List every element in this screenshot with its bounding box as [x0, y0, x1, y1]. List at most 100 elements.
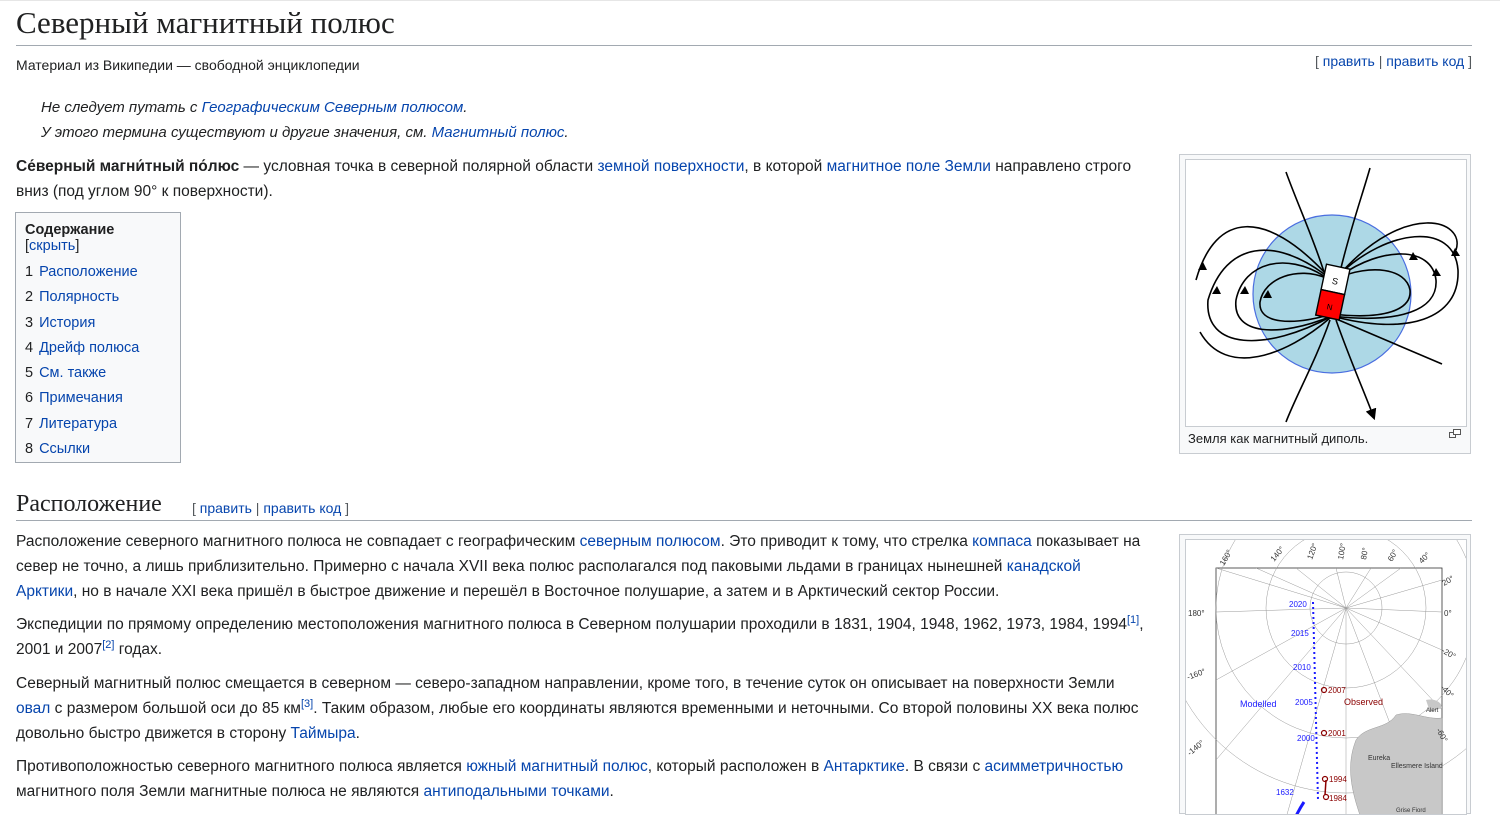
text: Экспедиции по прямому определению местоп… — [16, 616, 1127, 633]
year-label: 2010 — [1293, 663, 1311, 672]
reference-link[interactable]: [2] — [102, 639, 114, 651]
section-edit-link[interactable]: править — [200, 500, 252, 516]
text: , в которой — [744, 158, 827, 175]
toc-link[interactable]: Полярность — [39, 289, 119, 305]
field-arrow — [1240, 286, 1249, 294]
pole-drift-map-image[interactable]: 2020 2015 2010 2005 2000 1632 2007 2001 … — [1185, 539, 1467, 815]
toc-number: 2 — [25, 289, 34, 306]
edit-link[interactable]: править — [1323, 53, 1375, 69]
separator: | — [1374, 53, 1387, 69]
text: . В связи с — [904, 758, 985, 775]
link-compass[interactable]: компаса — [972, 533, 1032, 550]
reference-link[interactable]: [1] — [1127, 614, 1139, 626]
toc-number: 8 — [25, 441, 34, 458]
toc-title: Содержание — [25, 222, 115, 238]
hatnote-text: . — [564, 124, 569, 141]
dipole-image[interactable]: S N — [1185, 159, 1467, 427]
bracket-close: ] — [341, 500, 350, 516]
edit-code-link[interactable]: править код — [1386, 53, 1464, 69]
toc-link[interactable]: Ссылки — [39, 441, 90, 457]
magnify-icon[interactable] — [1449, 429, 1461, 438]
toc-item[interactable]: 3 История — [25, 313, 171, 338]
longitude-label: 160° — [1218, 548, 1234, 567]
longitude-label: 40° — [1417, 550, 1432, 565]
text: , который расположен в — [647, 758, 824, 775]
hatnote-link-geographic-pole[interactable]: Географическим Северным полюсом — [202, 99, 464, 116]
year-label: 2005 — [1295, 698, 1313, 707]
paragraph-drift: Северный магнитный полюс смещается в сев… — [16, 671, 1146, 746]
place-label-eureka: Eureka — [1368, 755, 1390, 762]
year-label: 2001 — [1328, 729, 1346, 738]
link-asymmetry[interactable]: асимметричностью — [985, 758, 1124, 775]
bracket-close: ] — [75, 238, 80, 254]
figure-caption: Земля как магнитный диполь. — [1188, 431, 1369, 446]
toc-item[interactable]: 8 Ссылки — [25, 439, 171, 464]
hatnote-disambiguation: Не следует путать с Географическим Север… — [41, 99, 467, 116]
bracket-close: ] — [1464, 53, 1472, 69]
table-of-contents: Содержание [скрыть] 1 Расположение 2 Поляр… — [15, 212, 181, 463]
text: . — [355, 725, 360, 742]
top-border — [0, 0, 1500, 1]
link-earth-magnetic-field[interactable]: магнитное поле Земли — [827, 158, 991, 175]
toc-link[interactable]: История — [39, 315, 95, 331]
longitude-label: -140° — [1186, 738, 1206, 757]
longitude-label: 20° — [1441, 574, 1456, 588]
toc-link[interactable]: Расположение — [39, 264, 138, 280]
link-oval[interactable]: овал — [16, 700, 50, 717]
modelled-track — [1312, 601, 1319, 801]
link-antarctica[interactable]: Антарктике — [824, 758, 905, 775]
link-earth-surface[interactable]: земной поверхности — [597, 158, 744, 175]
toc-link[interactable]: Дрейф полюса — [39, 340, 139, 356]
toc-item[interactable]: 1 Расположение — [25, 262, 171, 287]
reference-link[interactable]: [3] — [301, 698, 313, 710]
bracket-open: [ — [1314, 53, 1323, 69]
toc-number: 7 — [25, 415, 34, 432]
toc-number: 1 — [25, 264, 34, 280]
year-label: 2015 — [1291, 629, 1309, 638]
text: . — [609, 783, 614, 800]
separator: | — [251, 500, 264, 516]
link-taimyr[interactable]: Таймыра — [291, 725, 356, 742]
link-antipodal-points[interactable]: антиподальными точками — [423, 783, 609, 800]
link-south-magnetic-pole[interactable]: южный магнитный полюс — [466, 758, 648, 775]
page-edit-links: [ править | править код ] — [1315, 53, 1472, 69]
year-label: 2000 — [1297, 734, 1315, 743]
longitude-label: 120° — [1305, 542, 1319, 561]
toc-link[interactable]: Литература — [39, 416, 117, 432]
toc-link[interactable]: Примечания — [39, 390, 123, 406]
toc-item[interactable]: 7 Литература — [25, 414, 171, 439]
toc-link[interactable]: См. также — [39, 365, 106, 381]
link-north-pole[interactable]: северным полюсом — [580, 533, 721, 550]
longitude-label: 0° — [1444, 609, 1452, 618]
text: — условная точка в северной полярной обл… — [239, 158, 598, 175]
paragraph-location-1: Расположение северного магнитного полюса… — [16, 529, 1146, 604]
year-label: 1984 — [1329, 794, 1347, 803]
field-arrow — [1198, 262, 1207, 270]
toc-item[interactable]: 5 См. также — [25, 363, 171, 388]
toc-item[interactable]: 2 Полярность — [25, 287, 171, 312]
toc-item[interactable]: 4 Дрейф полюса — [25, 338, 171, 363]
section-edit-code-link[interactable]: править код — [263, 500, 341, 516]
text: с размером большой оси до 85 км — [50, 700, 301, 717]
hatnote-link-magnetic-pole[interactable]: Магнитный полюс — [432, 124, 565, 141]
dipole-diagram: S N — [1195, 167, 1460, 423]
place-label-grise: Grise Fiord — [1396, 808, 1426, 814]
hatnote-text: . — [463, 99, 468, 116]
page-title: Северный магнитный полюс — [16, 2, 1472, 46]
hatnote-text: Не следует путать с — [41, 99, 202, 116]
text: , но в начале XXI века пришёл в быстрое … — [73, 583, 1000, 600]
longitude-label: 180° — [1188, 609, 1205, 618]
toc-hide-toggle[interactable]: скрыть — [29, 238, 75, 254]
figure-pole-drift-map: 2020 2015 2010 2005 2000 1632 2007 2001 … — [1179, 534, 1471, 815]
toc-item[interactable]: 6 Примечания — [25, 388, 171, 413]
toc-number: 6 — [25, 390, 34, 407]
place-label-ellesmere: Ellesmere Island — [1391, 763, 1443, 770]
section-edit-links: [ править | править код ] — [192, 500, 349, 516]
longitude-label: 80° — [1359, 547, 1370, 560]
toc-number: 3 — [25, 314, 34, 331]
paragraph-south-pole: Противоположностью северного магнитного … — [16, 754, 1156, 804]
intro-paragraph: Се́верный магни́тный по́люс — условная т… — [16, 154, 1156, 204]
toc-number: 5 — [25, 365, 34, 382]
text: . Это приводит к тому, что стрелка — [720, 533, 973, 550]
observed-track — [1324, 779, 1327, 796]
